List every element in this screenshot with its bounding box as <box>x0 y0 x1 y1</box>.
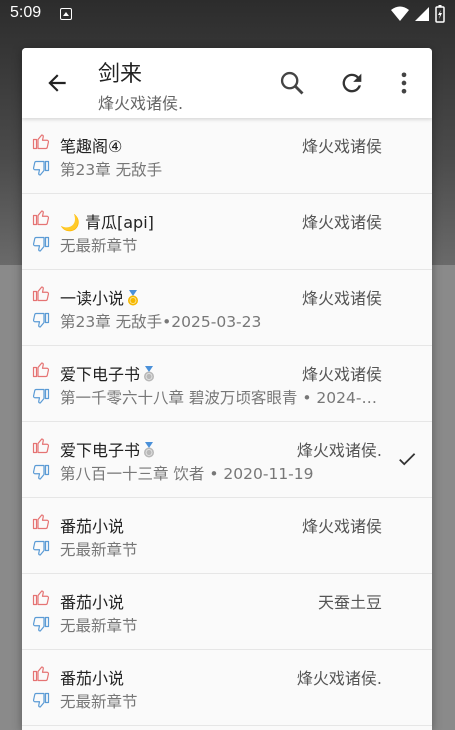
dialog-toolbar: 剑来 烽火戏诸侯. <box>22 48 432 118</box>
thumb-up-icon[interactable] <box>32 284 50 302</box>
source-author: 烽火戏诸侯. <box>296 441 382 460</box>
source-row[interactable]: 爱下电子书 烽火戏诸侯. 第八百一十三章 饮者 • 2020-11-19 <box>22 422 432 498</box>
source-author: 烽火戏诸侯 <box>301 365 382 384</box>
source-row[interactable]: 番茄小说 天蚕土豆 无最新章节 <box>22 574 432 650</box>
source-name-text: 一读小说 <box>60 289 125 308</box>
signal-icon <box>415 7 429 21</box>
status-time: 5:09 <box>10 4 42 21</box>
silver-medal-icon <box>144 442 155 458</box>
status-icons <box>391 5 445 23</box>
source-name: 番茄小说 <box>60 589 124 613</box>
back-arrow-icon[interactable] <box>44 70 70 96</box>
source-name: 一读小说 <box>60 285 139 309</box>
latest-chapter: 第一千零六十八章 碧波万顷客眼青 • 2024-10-21 <box>60 389 382 407</box>
source-name: 笔趣阁④ <box>60 133 122 157</box>
selected-check-icon <box>399 453 416 466</box>
source-name-text: 爱下电子书 <box>60 441 141 460</box>
latest-chapter: 无最新章节 <box>60 541 138 559</box>
source-author: 烽火戏诸侯. <box>296 669 382 688</box>
source-row[interactable]: 一读小说 烽火戏诸侯 第23章 无敌手•2025-03-23 <box>22 270 432 346</box>
source-name-text: 🌙 青瓜[api] <box>60 213 154 232</box>
source-name-text: 爱下电子书 <box>60 365 141 384</box>
more-options-icon[interactable] <box>390 69 418 97</box>
thumb-up-icon[interactable] <box>32 588 50 606</box>
battery-icon <box>435 5 445 23</box>
source-author: 烽火戏诸侯 <box>301 137 382 156</box>
source-author: 烽火戏诸侯 <box>301 289 382 308</box>
thumb-up-icon[interactable] <box>32 360 50 378</box>
source-name-text: 番茄小说 <box>60 669 125 688</box>
thumb-up-icon[interactable] <box>32 132 50 150</box>
source-name: 爱下电子书 <box>60 437 155 461</box>
silver-medal-icon <box>144 366 155 382</box>
status-bar: 5:09 <box>0 0 455 28</box>
book-author: 烽火戏诸侯. <box>98 94 184 113</box>
source-author: 烽火戏诸侯 <box>301 213 382 232</box>
source-row[interactable]: 笔趣阁④ 烽火戏诸侯 第23章 无敌手 <box>22 118 432 194</box>
source-name: 番茄小说 <box>60 513 124 537</box>
latest-chapter: 第23章 无敌手•2025-03-23 <box>60 313 262 331</box>
thumb-down-icon[interactable] <box>32 388 50 406</box>
search-icon[interactable] <box>278 69 306 97</box>
latest-chapter: 无最新章节 <box>60 617 138 635</box>
source-name: 🌙 青瓜[api] <box>60 209 154 233</box>
notification-icon <box>60 8 72 20</box>
thumb-up-icon[interactable] <box>32 208 50 226</box>
source-row[interactable]: 🌙 青瓜[api] 烽火戏诸侯 无最新章节 <box>22 194 432 270</box>
source-author: 烽火戏诸侯 <box>301 517 382 536</box>
thumb-down-icon[interactable] <box>32 540 50 558</box>
source-row[interactable]: 番茄小说 烽火戏诸侯 无最新章节 <box>22 498 432 574</box>
latest-chapter: 第23章 无敌手 <box>60 161 163 179</box>
thumb-up-icon[interactable] <box>32 512 50 530</box>
source-row[interactable]: 番茄小说 烽火戏诸侯. 无最新章节 <box>22 650 432 726</box>
thumb-down-icon[interactable] <box>32 616 50 634</box>
thumb-down-icon[interactable] <box>32 464 50 482</box>
refresh-icon[interactable] <box>338 69 366 97</box>
source-name-text: 番茄小说 <box>60 593 125 612</box>
latest-chapter: 第八百一十三章 饮者 • 2020-11-19 <box>60 465 314 483</box>
gold-medal-icon <box>128 290 139 306</box>
source-name-text: 番茄小说 <box>60 517 125 536</box>
thumb-down-icon[interactable] <box>32 692 50 710</box>
thumb-down-icon[interactable] <box>32 312 50 330</box>
source-list: 笔趣阁④ 烽火戏诸侯 第23章 无敌手 🌙 青瓜[api] 烽火戏诸侯 无最新章… <box>22 118 432 726</box>
source-name: 番茄小说 <box>60 665 124 689</box>
thumb-up-icon[interactable] <box>32 436 50 454</box>
book-title: 剑来 <box>98 62 143 87</box>
latest-chapter: 无最新章节 <box>60 237 138 255</box>
source-author: 天蚕土豆 <box>317 593 382 612</box>
source-name-text: 笔趣阁④ <box>60 137 123 156</box>
thumb-down-icon[interactable] <box>32 160 50 178</box>
thumb-down-icon[interactable] <box>32 236 50 254</box>
source-row[interactable]: 爱下电子书 烽火戏诸侯 第一千零六十八章 碧波万顷客眼青 • 2024-10-2… <box>22 346 432 422</box>
thumb-up-icon[interactable] <box>32 664 50 682</box>
change-source-dialog: 剑来 烽火戏诸侯. 笔趣阁④ 烽火戏诸侯 第23章 无敌手 🌙 青瓜[api] <box>22 48 432 730</box>
source-name: 爱下电子书 <box>60 361 155 385</box>
wifi-icon <box>391 6 409 21</box>
latest-chapter: 无最新章节 <box>60 693 138 711</box>
